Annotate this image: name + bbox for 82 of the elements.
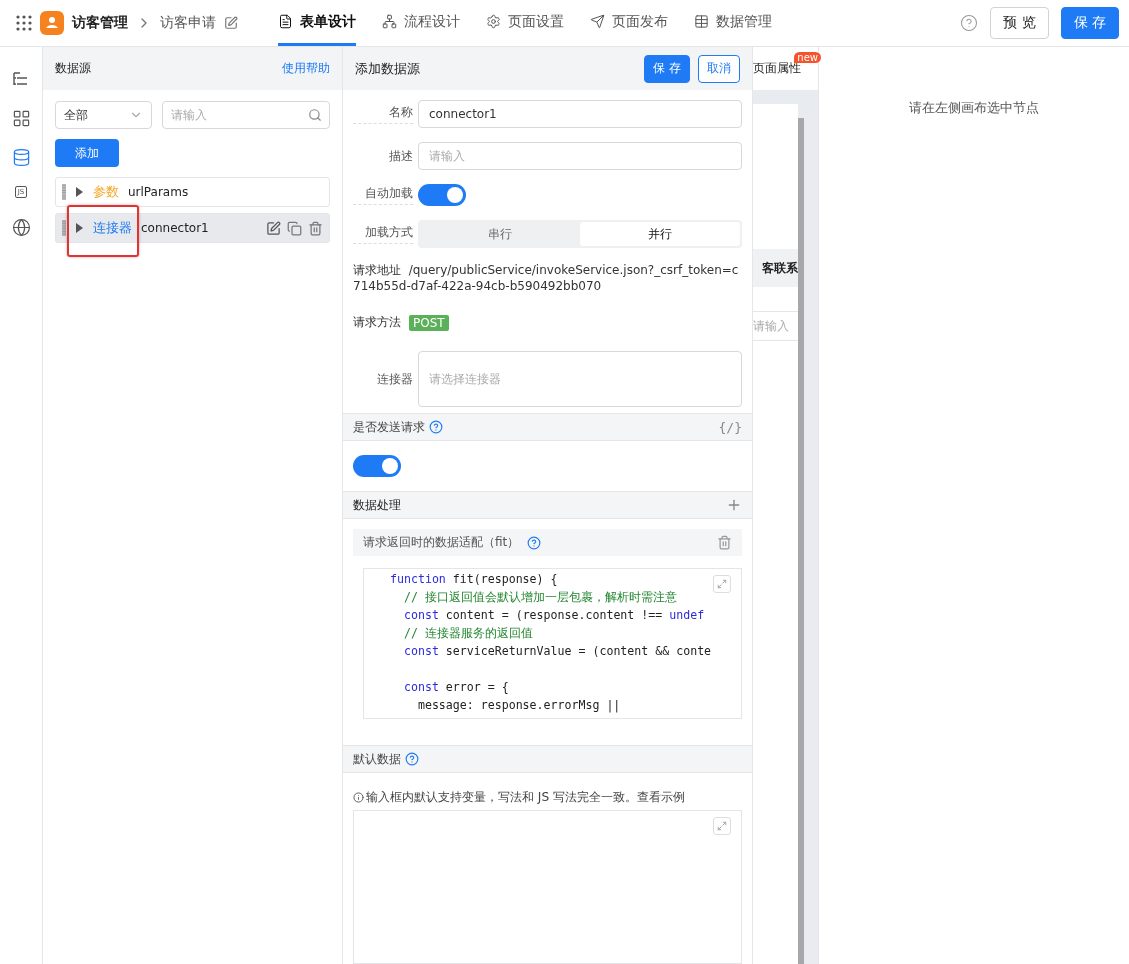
empty-message: 请在左侧画布选中节点 [909, 99, 1039, 117]
send-request-switch[interactable] [353, 455, 401, 477]
app-logo [40, 11, 64, 35]
globe-icon[interactable] [11, 217, 31, 237]
page-properties-tab[interactable]: 页面属性 [753, 60, 801, 77]
delete-icon[interactable] [308, 220, 323, 236]
expand-caret-icon[interactable] [76, 187, 83, 197]
document-icon [278, 14, 293, 29]
nav-tab[interactable]: 页面发布 [590, 0, 668, 46]
description-field[interactable]: 请输入 [418, 142, 742, 170]
datasource-name: urlParams [127, 185, 190, 199]
save-button[interactable]: 保 存 [644, 54, 690, 83]
hint-text: 输入框内默认支持变量，写法和 JS 写法完全一致。查看示例 [366, 789, 686, 806]
expand-icon[interactable] [713, 817, 731, 835]
field-label: 加载方式 [353, 224, 413, 244]
connector-select[interactable]: 请选择连接器 [418, 351, 742, 407]
field-label: 名称 [353, 104, 413, 124]
table-icon [694, 14, 709, 29]
code-line: const content = (response.content !== undef [402, 607, 705, 624]
copy-icon[interactable] [287, 220, 302, 236]
cancel-button[interactable]: 取消 [698, 54, 740, 83]
code-line: // 连接器服务的返回值 [402, 625, 533, 642]
help-icon[interactable] [527, 535, 542, 550]
code-line: function fit(response) { [390, 571, 558, 588]
section-title: 默认数据 [353, 750, 401, 768]
code-line: const serviceReturnValue = (content && conte [402, 643, 712, 660]
help-icon[interactable] [405, 752, 419, 766]
nav-tab[interactable]: 数据管理 [694, 0, 772, 46]
help-icon[interactable] [429, 420, 443, 434]
save-button[interactable]: 保 存 [1060, 7, 1119, 39]
name-field[interactable]: connector1 [418, 100, 742, 128]
segment-option[interactable]: 并行 [580, 222, 740, 246]
edit-icon[interactable] [266, 220, 281, 236]
drag-handle-icon[interactable] [62, 184, 66, 200]
panel-title: 数据源 [55, 60, 91, 77]
search-icon [308, 108, 322, 122]
column-header: 客联系 [762, 259, 798, 277]
nav-tab[interactable]: 流程设计 [382, 0, 460, 46]
code-line: // 接口返回值会默认增加一层包裹，解析时需注意 [402, 589, 677, 606]
preview-button[interactable]: 预 览 [990, 7, 1049, 39]
search-field[interactable]: 请输入 [162, 101, 330, 129]
datasource-item[interactable]: 参数 urlParams [55, 177, 330, 207]
datasource-item[interactable]: 连接器 connector1 [55, 213, 330, 243]
component-grid-icon[interactable] [11, 108, 31, 128]
code-line: message: response.errorMsg || [416, 697, 621, 714]
code-line: const error = { [402, 679, 509, 696]
type-tag: 连接器 [93, 219, 132, 237]
add-button[interactable]: 添加 [55, 139, 119, 167]
section-title: 数据处理 [353, 496, 401, 514]
field-label: 请求方法 [353, 314, 401, 331]
auto-load-switch[interactable] [418, 184, 466, 206]
new-badge: new [794, 52, 821, 63]
segment-option[interactable]: 串行 [420, 222, 580, 246]
nav-tab[interactable]: 页面设置 [486, 0, 564, 46]
drag-handle-icon[interactable] [62, 220, 66, 236]
delete-icon[interactable] [717, 535, 732, 550]
fit-title: 请求返回时的数据适配（fit） [363, 534, 520, 551]
help-icon[interactable] [960, 14, 979, 32]
expand-icon[interactable] [713, 575, 731, 593]
method-badge: POST [409, 314, 449, 331]
form-title: 添加数据源 [355, 59, 420, 78]
settings-icon [486, 14, 501, 29]
page-name: 访客申请 [160, 14, 216, 32]
edit-icon[interactable] [224, 16, 238, 30]
apps-grid-icon[interactable] [16, 15, 32, 31]
send-icon [590, 14, 605, 29]
database-icon[interactable] [11, 147, 31, 167]
section-title: 是否发送请求 [353, 418, 425, 436]
type-tag: 参数 [93, 183, 119, 201]
request-url-text: 请求地址 /query/publicService/invokeService.json?_csrf_token=c714b55d-d7af-422a-94cb-b590492bb070 [353, 262, 740, 294]
info-icon [353, 792, 364, 803]
type-select[interactable]: 全部 [55, 101, 152, 129]
add-icon[interactable] [726, 497, 742, 513]
field-label: 连接器 [376, 370, 413, 388]
expand-caret-icon[interactable] [76, 223, 83, 233]
code-editor[interactable]: function fit(response) { // 接口返回值会默认增加一层包裹，解析时需注意 const content = (response.content !== undef // 连接器服务的返回值 const serviceReturnValue = (content && conte const error = { message: response.errorMsg || [363, 568, 742, 719]
flow-icon [382, 14, 397, 29]
field-label: 描述 [388, 147, 413, 165]
help-link[interactable]: 使用帮助 [282, 60, 330, 77]
app-name: 访客管理 [72, 14, 128, 32]
datasource-name: connector1 [140, 221, 210, 235]
field-label: 自动加载 [353, 185, 413, 205]
